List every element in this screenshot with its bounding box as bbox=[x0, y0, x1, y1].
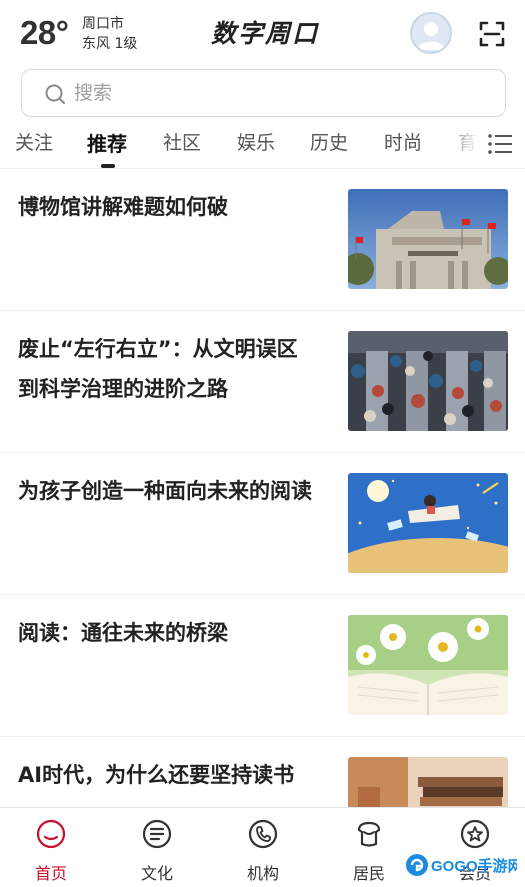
list-menu-icon bbox=[488, 134, 512, 154]
nav-home[interactable]: 首页 bbox=[11, 818, 91, 884]
news-title: 为孩子创造一种面向未来的阅读 bbox=[18, 479, 312, 503]
search-bar[interactable] bbox=[21, 69, 506, 117]
app-logo: 数字周口 bbox=[210, 19, 319, 48]
app-header: 28° 周口市 东风 1级 数字周口 bbox=[0, 0, 525, 66]
wind-info: 东风 1级 bbox=[82, 36, 138, 52]
tab-recommend[interactable]: 推荐 bbox=[87, 128, 127, 157]
nav-resident-label: 居民 bbox=[352, 864, 385, 883]
city-name: 周口市 bbox=[82, 16, 124, 32]
nav-culture-label: 文化 bbox=[140, 864, 173, 883]
news-title: 废止“左行右立”：从文明误区到科学治理的进阶之路 bbox=[18, 337, 298, 401]
tab-history[interactable]: 历史 bbox=[310, 128, 348, 155]
news-title: AI时代，为什么还要坚持读书 bbox=[18, 763, 295, 787]
member-star-icon bbox=[460, 819, 490, 849]
news-item[interactable]: 阅读：通往未来的桥梁 bbox=[0, 595, 525, 737]
category-tabs: 关注 推荐 社区 娱乐 历史 时尚 育 bbox=[0, 118, 525, 168]
news-item[interactable]: 废止“左行右立”：从文明误区到科学治理的进阶之路 bbox=[0, 311, 525, 453]
tabs-fade bbox=[440, 118, 485, 168]
news-feed: 博物馆讲解难题如何破 废止“左行右立”：从文明误区到科学治理的进阶之路 为孩子创… bbox=[0, 169, 525, 807]
tabs-menu-button[interactable] bbox=[486, 130, 514, 158]
avatar[interactable] bbox=[410, 12, 452, 54]
tab-fashion[interactable]: 时尚 bbox=[384, 128, 422, 155]
resident-icon bbox=[357, 821, 381, 847]
news-thumbnail-escalator bbox=[348, 331, 508, 431]
tab-entertainment[interactable]: 娱乐 bbox=[237, 128, 275, 155]
news-thumbnail-books bbox=[348, 757, 508, 807]
culture-icon bbox=[142, 819, 172, 849]
scan-button[interactable] bbox=[476, 18, 508, 50]
temperature: 28° bbox=[20, 14, 69, 51]
tab-follow[interactable]: 关注 bbox=[15, 128, 53, 155]
nav-institution[interactable]: 机构 bbox=[223, 818, 303, 884]
news-thumbnail-museum bbox=[348, 189, 508, 289]
news-item[interactable]: 博物馆讲解难题如何破 bbox=[0, 169, 525, 311]
news-item[interactable]: 为孩子创造一种面向未来的阅读 bbox=[0, 453, 525, 595]
phone-icon bbox=[248, 819, 278, 849]
nav-resident[interactable]: 居民 bbox=[329, 818, 409, 884]
nav-culture[interactable]: 文化 bbox=[117, 818, 197, 884]
tab-community[interactable]: 社区 bbox=[163, 128, 201, 155]
nav-home-label: 首页 bbox=[34, 864, 67, 883]
nav-institution-label: 机构 bbox=[246, 864, 279, 883]
news-title: 阅读：通往未来的桥梁 bbox=[18, 621, 228, 645]
home-icon bbox=[36, 819, 66, 849]
search-input[interactable] bbox=[74, 70, 474, 115]
news-item[interactable]: AI时代，为什么还要坚持读书 bbox=[0, 737, 525, 807]
scan-icon bbox=[479, 21, 505, 47]
watermark-logo: GOGO手游网 bbox=[405, 852, 523, 878]
news-title: 博物馆讲解难题如何破 bbox=[18, 195, 228, 219]
news-thumbnail-daisies-book bbox=[348, 615, 508, 715]
user-silhouette-icon bbox=[417, 22, 445, 50]
watermark-text: GOGO手游网 bbox=[431, 857, 517, 875]
weather-info[interactable]: 周口市 东风 1级 bbox=[82, 14, 137, 54]
search-icon bbox=[45, 84, 65, 104]
news-thumbnail-reading-illustration bbox=[348, 473, 508, 573]
